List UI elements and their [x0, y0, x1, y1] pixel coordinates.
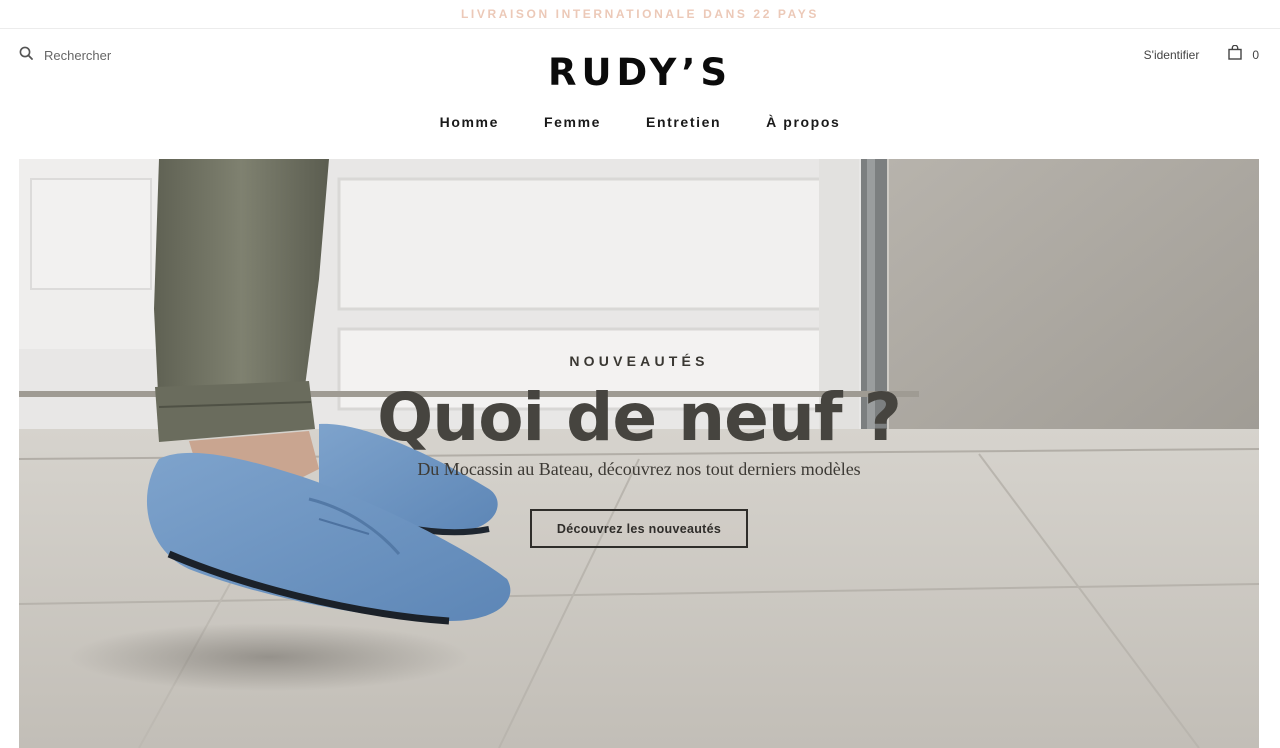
nav-item-entretien[interactable]: Entretien	[646, 114, 721, 134]
shopping-bag-icon	[1228, 44, 1243, 65]
nav-item-femme[interactable]: Femme	[544, 114, 601, 134]
brand-logo[interactable]: RUDY’S	[0, 51, 1280, 95]
cart-button[interactable]: 0	[1228, 44, 1259, 65]
login-link[interactable]: S'identifier	[1144, 48, 1200, 62]
cart-count: 0	[1252, 48, 1259, 62]
announcement-bar: LIVRAISON INTERNATIONALE DANS 22 PAYS	[0, 0, 1280, 29]
nav-item-a-propos[interactable]: À propos	[766, 114, 840, 134]
hero-image	[19, 159, 1259, 748]
hero-cta-button[interactable]: Découvrez les nouveautés	[530, 509, 748, 548]
hero-banner: NOUVEAUTÉS Quoi de neuf ? Du Mocassin au…	[19, 159, 1259, 748]
account-cart-area: S'identifier 0	[1144, 44, 1259, 65]
main-nav: Homme Femme Entretien À propos	[0, 114, 1280, 134]
nav-item-homme[interactable]: Homme	[440, 114, 499, 134]
announcement-text: LIVRAISON INTERNATIONALE DANS 22 PAYS	[460, 7, 819, 21]
